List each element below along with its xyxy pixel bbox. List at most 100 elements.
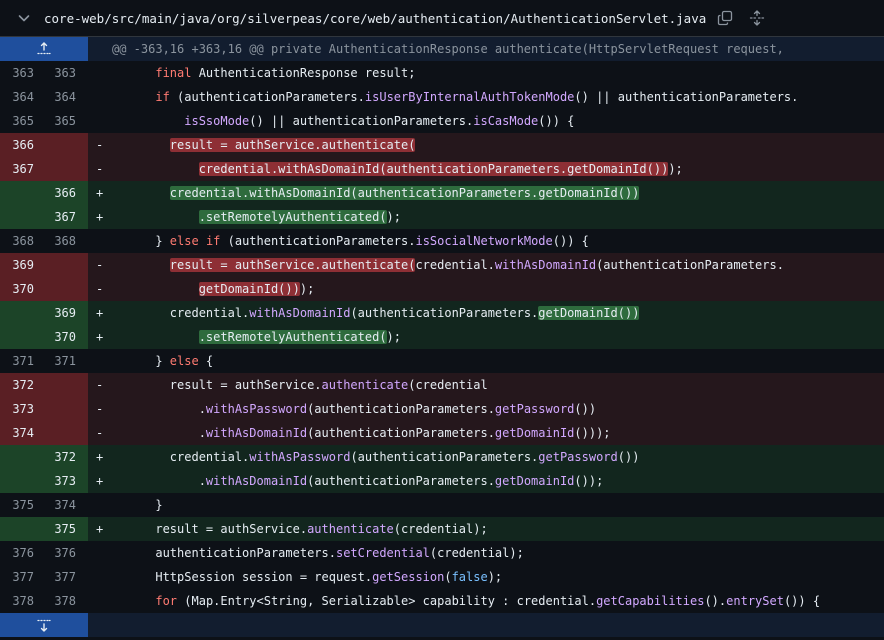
new-line-number[interactable]: 369 (44, 301, 88, 325)
new-line-number[interactable] (44, 133, 88, 157)
code-text: authenticationParameters.setCredential(c… (112, 541, 884, 565)
new-line-number[interactable]: 378 (44, 589, 88, 613)
diff-sign (88, 565, 112, 589)
old-line-number[interactable]: 371 (0, 349, 44, 373)
code-text: result = authService.authenticate(creden… (112, 373, 884, 397)
old-line-number[interactable]: 372 (0, 373, 44, 397)
diff-sign: - (96, 162, 104, 176)
expand-all-button[interactable] (744, 5, 770, 31)
new-line-number[interactable]: 376 (44, 541, 88, 565)
old-line-number[interactable]: 373 (0, 397, 44, 421)
new-line-number[interactable] (44, 253, 88, 277)
new-line-number[interactable]: 373 (44, 469, 88, 493)
code-token: getCapabilities (596, 594, 705, 608)
new-line-number[interactable]: 364 (44, 85, 88, 109)
new-line-number[interactable]: 375 (44, 517, 88, 541)
new-line-number[interactable] (44, 277, 88, 301)
old-line-number[interactable] (0, 325, 44, 349)
old-line-number[interactable] (0, 517, 44, 541)
new-line-number[interactable] (44, 397, 88, 421)
diff-sign: + (96, 306, 104, 320)
expand-down-button[interactable] (0, 613, 88, 637)
new-line-number[interactable]: 368 (44, 229, 88, 253)
new-line-number[interactable] (44, 421, 88, 445)
code-text: final AuthenticationResponse result; (112, 61, 884, 85)
unfold-icon (750, 10, 765, 26)
diff-line-add: 370 + .setRemotelyAuthenticated(); (0, 325, 884, 349)
expand-down-icon (37, 619, 51, 632)
code-token: credential. (112, 450, 250, 464)
code-token: getPassword (538, 450, 618, 464)
new-line-number[interactable]: 371 (44, 349, 88, 373)
code-token: ()) (617, 450, 640, 464)
old-line-number[interactable] (0, 205, 44, 229)
code-token: authenticationParameters. (112, 546, 336, 560)
code-token: ); (386, 330, 401, 344)
code-token: credential. (415, 258, 495, 272)
code-token: getDomainId (494, 474, 575, 488)
code-token: ); (668, 162, 683, 176)
old-line-number[interactable]: 363 (0, 61, 44, 85)
diff-line-del: 372 - result = authService.authenticate(c… (0, 373, 884, 397)
code-token: getSession (372, 570, 445, 584)
old-line-number[interactable]: 368 (0, 229, 44, 253)
code-token: ( (444, 570, 452, 584)
new-line-number[interactable] (44, 157, 88, 181)
code-token: () || authenticationParameters. (574, 90, 799, 104)
old-line-number[interactable]: 365 (0, 109, 44, 133)
code-token: withAsDomainId (205, 474, 308, 488)
diff-line-del: 366 - result = authService.authenticate( (0, 133, 884, 157)
new-line-number[interactable]: 374 (44, 493, 88, 517)
new-line-number[interactable]: 365 (44, 109, 88, 133)
old-line-number[interactable]: 375 (0, 493, 44, 517)
old-line-number[interactable] (0, 181, 44, 205)
file-path[interactable]: core-web/src/main/java/org/silverpeas/co… (44, 11, 706, 26)
old-line-number[interactable] (0, 301, 44, 325)
copy-path-button[interactable] (712, 5, 738, 31)
code-text: credential.withAsDomainId(authentication… (112, 157, 884, 181)
diff-sign: - (96, 258, 104, 272)
code-text: result = authService.authenticate(creden… (112, 253, 884, 277)
new-line-number[interactable] (44, 373, 88, 397)
old-line-number[interactable]: 366 (0, 133, 44, 157)
code-text: getDomainId())); (112, 277, 884, 301)
new-line-number[interactable]: 366 (44, 181, 88, 205)
new-line-number[interactable]: 363 (44, 61, 88, 85)
code-token: isSsoMode (184, 114, 250, 128)
diff-sign: - (96, 138, 104, 152)
old-line-number[interactable]: 369 (0, 253, 44, 277)
hunk-header: @@ -363,16 +363,16 @@ private Authentica… (0, 37, 884, 61)
copy-icon (718, 10, 733, 26)
new-line-number[interactable]: 372 (44, 445, 88, 469)
code-token: result = authService. (112, 378, 322, 392)
diff-lines: 363 363 final AuthenticationResponse resu… (0, 61, 884, 613)
diff-line-del: 370 - getDomainId())); (0, 277, 884, 301)
code-token: getDomainId()) (538, 306, 640, 320)
code-token: AuthenticationResponse result; (191, 66, 416, 80)
old-line-number[interactable]: 367 (0, 157, 44, 181)
old-line-number[interactable]: 364 (0, 85, 44, 109)
old-line-number[interactable]: 374 (0, 421, 44, 445)
new-line-number[interactable]: 377 (44, 565, 88, 589)
chevron-down-icon (18, 15, 30, 22)
diff-line-ctx: 363 363 final AuthenticationResponse resu… (0, 61, 884, 85)
collapse-file-button[interactable] (14, 8, 34, 28)
diff-line-del: 369 - result = authService.authenticate(c… (0, 253, 884, 277)
old-line-number[interactable]: 378 (0, 589, 44, 613)
old-line-number[interactable] (0, 445, 44, 469)
new-line-number[interactable]: 367 (44, 205, 88, 229)
code-token: result = authService.authenticate( (169, 258, 416, 272)
code-token: .setRemotelyAuthenticated( (198, 330, 387, 344)
expand-up-button[interactable] (0, 37, 88, 61)
code-token: (authenticationParameters. (350, 450, 539, 464)
new-line-number[interactable]: 370 (44, 325, 88, 349)
old-line-number[interactable] (0, 469, 44, 493)
old-line-number[interactable]: 377 (0, 565, 44, 589)
old-line-number[interactable]: 376 (0, 541, 44, 565)
code-token: ); (299, 282, 315, 296)
old-line-number[interactable]: 370 (0, 277, 44, 301)
code-token: withAsDomainId (205, 426, 308, 440)
